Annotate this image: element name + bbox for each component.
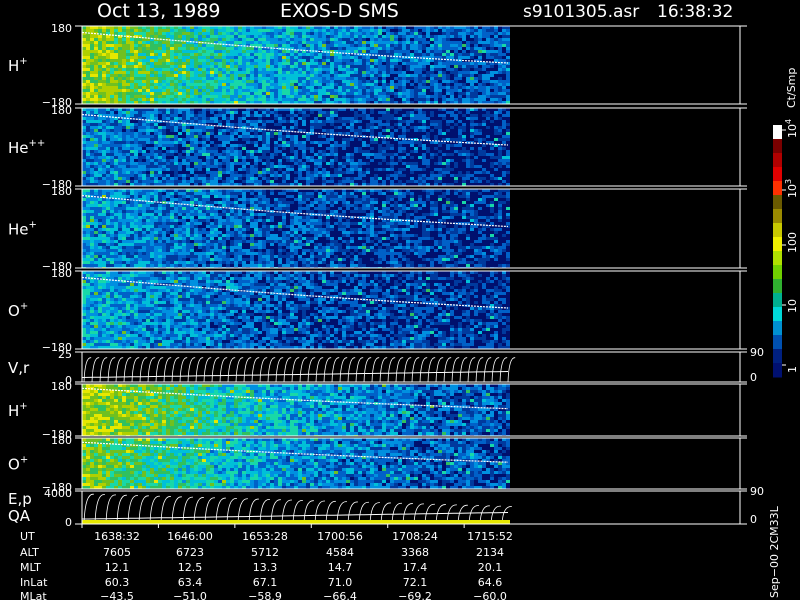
ephemeris-cell: 1646:00 [167, 530, 213, 543]
panel-o2-label: O+ [8, 455, 28, 474]
colorbar-tick: 103 [784, 179, 799, 198]
panel-vr-rtick-top: 90 [750, 346, 764, 359]
ephemeris-cell: 3368 [401, 546, 429, 559]
ephemeris-cell: 12.1 [105, 561, 130, 574]
ephemeris-cell: 71.0 [328, 576, 353, 589]
qa-bar [82, 520, 510, 524]
ephemeris-cell: 1700:56 [317, 530, 363, 543]
ephemeris-cell: 1708:24 [392, 530, 438, 543]
panel-vr-plot-area [82, 352, 740, 382]
ephemeris-label: UT [20, 530, 35, 543]
panel-he2-ytick-top: 180 [51, 104, 72, 117]
ephemeris-cell: 1638:32 [94, 530, 140, 543]
ephemeris-cell: −66.4 [323, 590, 357, 600]
panel-he1-label: He+ [8, 220, 37, 239]
ephemeris-cell: 2134 [476, 546, 504, 559]
panel-h1-ytick-top: 180 [51, 22, 72, 35]
panel-vr-ytick-top: 25 [58, 348, 72, 361]
title-time: 16:38:32 [657, 2, 733, 22]
ephemeris-cell: 67.1 [253, 576, 278, 589]
colorbar-tick: 1 [786, 366, 799, 373]
panel-ep-ytick-bottom: 0 [65, 516, 72, 529]
ephemeris-cell: −51.0 [173, 590, 207, 600]
ephemeris-cell: 60.3 [105, 576, 130, 589]
ephemeris-cell: −60.0 [473, 590, 507, 600]
ephemeris-cell: 13.3 [253, 561, 278, 574]
panel-ep-label: E,p [8, 490, 32, 508]
ephemeris-cell: 20.1 [478, 561, 503, 574]
panel-o1: 180−180O+ [8, 267, 747, 354]
panel-o1-label: O+ [8, 301, 28, 320]
ephemeris-cell: 64.6 [478, 576, 503, 589]
ephemeris-cell: 7605 [103, 546, 131, 559]
ephemeris-cell: 5712 [251, 546, 279, 559]
panel-ep: 4000 0 90 0 E,pQA [8, 485, 764, 529]
spectrogram-chart: Oct 13, 1989 EXOS-D SMS s9101305.asr 16:… [8, 0, 799, 600]
panel-vr: 250900V,r [8, 346, 764, 387]
ephemeris-label: MLT [20, 561, 41, 574]
panel-h2-ytick-top: 180 [51, 380, 72, 393]
panel-he2: 180−180He++ [8, 104, 747, 191]
ephemeris-label: InLat [20, 576, 48, 589]
panel-he1-ytick-top: 180 [51, 185, 72, 198]
colorbar-tick: 10 [786, 299, 799, 313]
colorbar-tick: 100 [786, 232, 799, 253]
panel-he2-label: He++ [8, 138, 45, 157]
colorbar: Ct/Smp 104 103 100 10 1 [773, 68, 799, 378]
ephemeris-cell: 17.4 [403, 561, 428, 574]
title-instrument: EXOS-D SMS [280, 0, 399, 22]
ephemeris-cell: 1653:28 [242, 530, 288, 543]
ephemeris-cell: 1715:52 [467, 530, 513, 543]
panel-ep-rtick-bottom: 0 [750, 513, 757, 526]
panel-he1: 180−180He+ [8, 185, 747, 273]
panel-h2-label: H+ [8, 401, 28, 420]
ephemeris-cell: −43.5 [100, 590, 134, 600]
ephemeris-cell: 12.5 [178, 561, 203, 574]
ephemeris-cell: −58.9 [248, 590, 282, 600]
panel-vr-rtick-bottom: 0 [750, 371, 757, 384]
panel-vr-label: V,r [8, 359, 30, 377]
colorbar-unit: Ct/Smp [785, 68, 798, 108]
ephemeris-label: MLat [20, 590, 47, 600]
title-bar: Oct 13, 1989 EXOS-D SMS s9101305.asr 16:… [97, 0, 733, 22]
panel-o2: 180−180O+ [8, 434, 747, 494]
ephemeris-cell: 4584 [326, 546, 354, 559]
ephemeris-cell: 63.4 [178, 576, 203, 589]
panel-h1-label: H+ [8, 56, 28, 75]
ephemeris-label: ALT [20, 546, 39, 559]
x-ticks [81, 524, 465, 528]
panel-h2: 180−180H+ [8, 380, 747, 441]
panel-o1-ytick-top: 180 [51, 267, 72, 280]
panel-ep-rtick-top: 90 [750, 485, 764, 498]
ephemeris-cell: 14.7 [328, 561, 353, 574]
panel-ep-plot-area [82, 491, 740, 524]
footer-code: Sep−00 2CM33L [768, 505, 781, 598]
panel-o2-ytick-top: 180 [51, 434, 72, 447]
title-file: s9101305.asr [523, 2, 639, 22]
colorbar-tick: 104 [784, 119, 799, 138]
panel-ep-label2: QA [8, 507, 31, 525]
ephemeris-cell: 72.1 [403, 576, 428, 589]
ephemeris-cell: 6723 [176, 546, 204, 559]
ephemeris-table: UT ALT MLT InLatMLat 1638:32 7605 12.1 60.3−43.… [20, 530, 513, 600]
panel-ep-ytick-top: 4000 [44, 487, 72, 500]
panel-stack: 180−180H+180−180He++180−180He+180−180O+2… [8, 22, 764, 529]
ephemeris-cell: −69.2 [398, 590, 432, 600]
panel-h1: 180−180H+ [8, 22, 747, 109]
title-date: Oct 13, 1989 [97, 0, 221, 22]
